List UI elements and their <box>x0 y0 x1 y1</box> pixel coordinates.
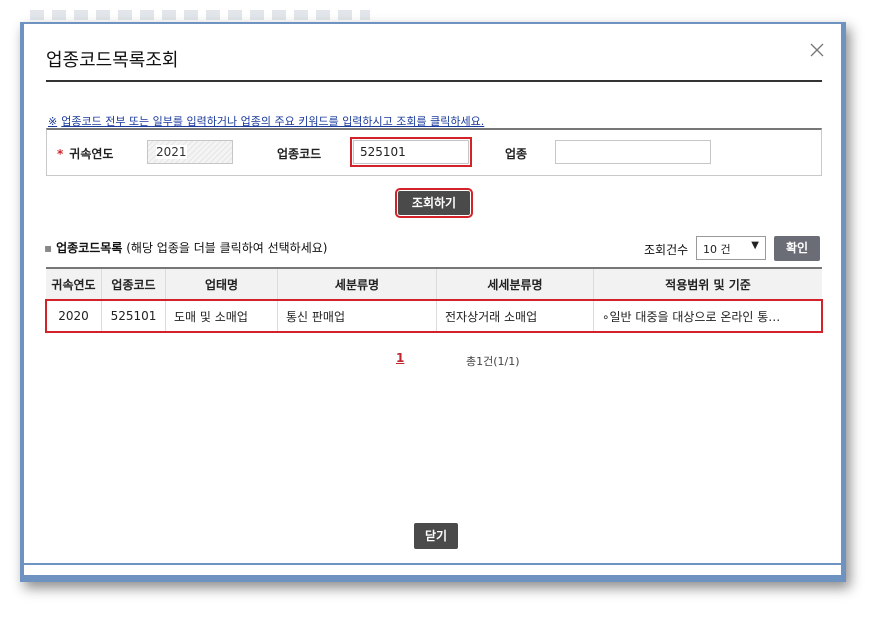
notice-text: 업종코드 전부 또는 일부를 입력하거나 업종의 주요 키워드를 입력하시고 조… <box>61 115 485 128</box>
list-header: ▪ 업종코드목록 (해당 업종을 더블 클릭하여 선택하세요) <box>44 239 327 256</box>
industry-code-input[interactable]: 525101 <box>350 137 472 167</box>
total-count: 총1건(1/1) <box>466 355 520 368</box>
table-header-row: 귀속연도 업종코드 업태명 세분류명 세세분류명 적용범위 및 기준 <box>46 269 822 300</box>
notice-bullet: ※ <box>48 115 58 128</box>
cell-code: 525101 <box>102 300 166 332</box>
background-window-strip <box>30 10 370 20</box>
frame-bottom-strip <box>24 565 841 575</box>
list-subtitle: (해당 업종을 더블 클릭하여 선택하세요) <box>126 241 328 255</box>
cell-year: 2020 <box>46 300 102 332</box>
col-header-code: 업종코드 <box>102 269 166 299</box>
industry-code-dialog: 업종코드목록조회 ※ 업종코드 전부 또는 일부를 입력하거나 업종의 주요 키워… <box>24 24 841 563</box>
dialog-title: 업종코드목록조회 <box>46 50 179 71</box>
code-label: 업종코드 <box>277 147 322 161</box>
count-value: 10 건 <box>703 243 731 256</box>
industry-label: 업종 <box>505 147 528 161</box>
industry-code-table: 귀속연도 업종코드 업태명 세분류명 세세분류명 적용범위 및 기준 2020 … <box>45 267 823 333</box>
search-panel: * 귀속연도 2021 업종코드 525101 업종 <box>46 128 822 176</box>
list-title: 업종코드목록 <box>56 241 123 255</box>
year-value: 2021 <box>156 145 187 159</box>
table-bottom-rule <box>46 332 822 333</box>
col-header-detail-category: 세세분류명 <box>437 269 594 299</box>
close-button[interactable]: 닫기 <box>414 523 458 549</box>
year-label: 귀속연도 <box>69 147 114 161</box>
cell-subcategory: 통신 판매업 <box>278 300 437 332</box>
chevron-down-icon: ▼ <box>751 240 759 251</box>
search-instructions: ※ 업종코드 전부 또는 일부를 입력하거나 업종의 주요 키워드를 입력하시고 … <box>48 113 484 129</box>
year-field: 2021 <box>147 140 233 164</box>
search-button[interactable]: 조회하기 <box>395 188 473 218</box>
cell-business-type: 도매 및 소매업 <box>166 300 278 332</box>
title-divider <box>46 80 822 82</box>
confirm-button[interactable]: 확인 <box>774 236 820 261</box>
required-mark: * <box>57 147 64 161</box>
page-link-current[interactable]: 1 <box>396 351 404 365</box>
col-header-business-type: 업태명 <box>166 269 278 299</box>
col-header-year: 귀속연도 <box>46 269 102 299</box>
close-icon[interactable] <box>809 42 825 58</box>
table-row[interactable]: 2020 525101 도매 및 소매업 통신 판매업 전자상거래 소매업 ∘일… <box>45 299 823 333</box>
col-header-scope: 적용범위 및 기준 <box>665 277 751 292</box>
cell-scope: ∘일반 대중을 대상으로 온라인 통… <box>602 309 781 324</box>
industry-name-input[interactable] <box>555 140 711 164</box>
count-label: 조회건수 <box>644 243 689 257</box>
count-select[interactable]: 10 건 ▼ <box>696 236 766 260</box>
col-header-subcategory: 세분류명 <box>278 269 437 299</box>
list-bullet: ▪ <box>44 241 53 255</box>
year-label-wrap: * 귀속연도 <box>57 145 113 162</box>
cell-detail-category: 전자상거래 소매업 <box>437 300 594 332</box>
